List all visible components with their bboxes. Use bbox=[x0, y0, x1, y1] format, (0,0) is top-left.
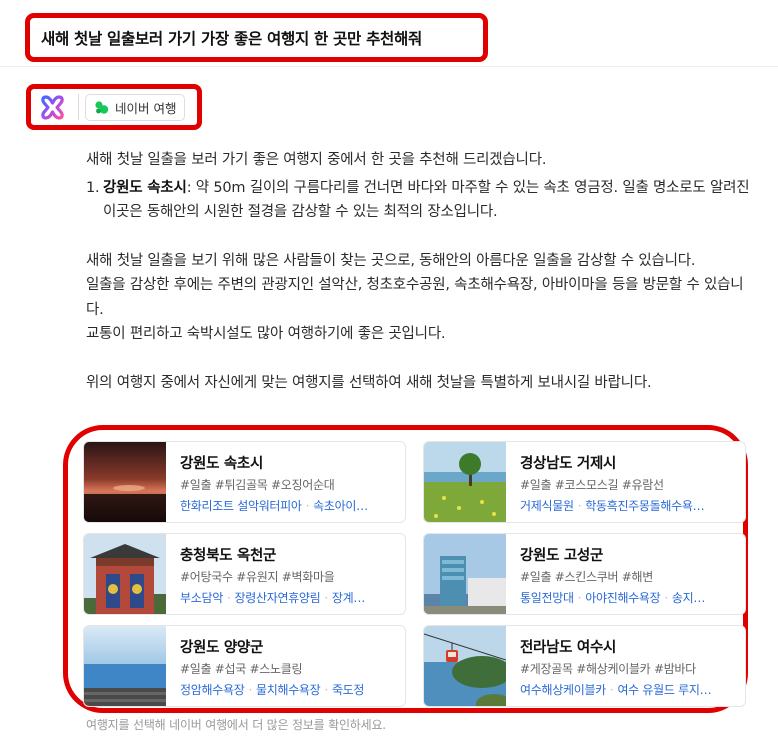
naver-travel-chip[interactable]: 네이버 여행 bbox=[85, 93, 186, 121]
poi-link[interactable]: 여수해상케이블카 bbox=[520, 683, 606, 697]
destination-tags: #일출 #섭국 #스노클링 bbox=[180, 662, 303, 676]
destination-tags: #일출 #코스모스길 #유람선 bbox=[520, 478, 664, 492]
destination-card[interactable]: 강원도 속초시 #일출 #튀김골목 #오징어순대 한화리조트 설악워터피아 · 속초… bbox=[83, 441, 406, 523]
destination-photo bbox=[84, 534, 166, 614]
answer-paragraph: 교통이 편리하고 숙박시설도 많아 여행하기에 좋은 곳입니다. bbox=[86, 326, 446, 342]
list-item-desc: : 약 50m 길이의 구름다리를 건너면 바다와 마주할 수 있는 속초 영금… bbox=[103, 179, 750, 221]
list-item: 1. 강원도 속초시: 약 50m 길이의 구름다리를 건너면 바다와 마주할 … bbox=[86, 176, 756, 225]
destination-name: 강원도 고성군 bbox=[520, 548, 603, 564]
poi-link[interactable]: 학동흑진주몽돌해수욕… bbox=[585, 499, 704, 513]
destination-name: 강원도 양양군 bbox=[180, 640, 263, 656]
destination-links: 거제식물원 · 학동흑진주몽돌해수욕… bbox=[520, 499, 705, 513]
destination-photo bbox=[424, 626, 506, 706]
destination-photo bbox=[84, 626, 166, 706]
poi-link[interactable]: 부소담악 bbox=[180, 591, 223, 605]
poi-link[interactable]: 속초아이… bbox=[313, 499, 368, 513]
poi-link[interactable]: 물치해수욕장 bbox=[256, 683, 321, 697]
destination-tags: #어탕국수 #유원지 #벽화마을 bbox=[180, 570, 335, 584]
answer-closing: 위의 여행지 중에서 자신에게 맞는 여행지를 선택하여 새해 첫날을 특별하게… bbox=[86, 374, 652, 391]
answer-source-bar: 네이버 여행 bbox=[26, 84, 202, 130]
naver-travel-icon bbox=[95, 100, 109, 114]
poi-link[interactable]: 통일전망대 bbox=[520, 591, 574, 605]
destination-card[interactable]: 강원도 고성군 #일출 #스킨스쿠버 #해변 통일전망대 · 아야진해수욕장 · 송지… bbox=[423, 533, 746, 615]
destination-tags: #일출 #튀김골목 #오징어순대 bbox=[180, 478, 335, 492]
answer-intro: 새해 첫날 일출을 보러 가기 좋은 여행지 중에서 한 곳을 추천해 드리겠습… bbox=[86, 152, 547, 168]
destination-photo bbox=[424, 442, 506, 522]
destination-links: 한화리조트 설악워터피아 · 속초아이… bbox=[180, 499, 368, 513]
destination-tags: #게장골목 #해상케이블카 #밤바다 bbox=[520, 662, 696, 676]
destination-photo bbox=[84, 442, 166, 522]
poi-link[interactable]: 정암해수욕장 bbox=[180, 683, 245, 697]
poi-link[interactable]: 거제식물원 bbox=[520, 499, 574, 513]
footer-note: 여행지를 선택해 네이버 여행에서 더 많은 정보를 확인하세요. bbox=[86, 718, 386, 732]
question-highlight: 새해 첫날 일출보러 가기 가장 좋은 여행지 한 곳만 추천해줘 bbox=[25, 13, 488, 62]
destination-name: 전라남도 여수시 bbox=[520, 640, 617, 656]
poi-link[interactable]: 여수 유월드 루지… bbox=[617, 683, 711, 697]
list-number: 1. bbox=[86, 179, 100, 196]
list-item-title: 강원도 속초시 bbox=[103, 179, 187, 196]
destination-name: 경상남도 거제시 bbox=[520, 456, 617, 472]
destination-card[interactable]: 강원도 양양군 #일출 #섭국 #스노클링 정암해수욕장 · 물치해수욕장 · 죽도정 bbox=[83, 625, 406, 707]
user-question: 새해 첫날 일출보러 가기 가장 좋은 여행지 한 곳만 추천해줘 bbox=[41, 29, 422, 48]
destination-name: 충청북도 옥천군 bbox=[180, 548, 277, 564]
poi-link[interactable]: 장계… bbox=[332, 591, 365, 605]
ai-assistant-logo-icon bbox=[41, 94, 64, 120]
poi-link[interactable]: 한화리조트 설악워터피아 bbox=[180, 499, 302, 513]
list-body: 강원도 속초시: 약 50m 길이의 구름다리를 건너면 바다와 마주할 수 있… bbox=[103, 176, 756, 225]
destination-card[interactable]: 경상남도 거제시 #일출 #코스모스길 #유람선 거제식물원 · 학동흑진주몽돌해수… bbox=[423, 441, 746, 523]
destination-tags: #일출 #스킨스쿠버 #해변 bbox=[520, 570, 653, 584]
answer-body: 새해 첫날 일출을 보러 가기 좋은 여행지 중에서 한 곳을 추천해 드리겠습… bbox=[86, 148, 756, 395]
poi-link[interactable]: 죽도정 bbox=[332, 683, 365, 697]
destination-links: 통일전망대 · 아야진해수욕장 · 송지… bbox=[520, 591, 706, 605]
destination-name: 강원도 속초시 bbox=[180, 456, 263, 472]
answer-paragraph: 일출을 감상한 후에는 주변의 관광지인 설악산, 청초호수공원, 속초해수욕장… bbox=[86, 277, 744, 318]
destination-links: 정암해수욕장 · 물치해수욕장 · 죽도정 bbox=[180, 683, 365, 697]
destination-links: 부소담악 · 장령산자연휴양림 · 장계… bbox=[180, 591, 366, 605]
answer-paragraph: 새해 첫날 일출을 보기 위해 많은 사람들이 찾는 곳으로, 동해안의 아름다… bbox=[86, 252, 696, 269]
naver-travel-label: 네이버 여행 bbox=[115, 100, 177, 116]
source-separator bbox=[78, 94, 79, 120]
destination-photo bbox=[424, 534, 506, 614]
poi-link[interactable]: 송지… bbox=[672, 591, 705, 605]
poi-link[interactable]: 아야진해수욕장 bbox=[585, 591, 660, 605]
destination-links: 여수해상케이블카 · 여수 유월드 루지… bbox=[520, 683, 712, 697]
divider bbox=[0, 66, 778, 67]
destination-card[interactable]: 전라남도 여수시 #게장골목 #해상케이블카 #밤바다 여수해상케이블카 · 여수 … bbox=[423, 625, 746, 707]
poi-link[interactable]: 장령산자연휴양림 bbox=[234, 591, 320, 605]
destination-card[interactable]: 충청북도 옥천군 #어탕국수 #유원지 #벽화마을 부소담악 · 장령산자연휴양림 ·… bbox=[83, 533, 406, 615]
